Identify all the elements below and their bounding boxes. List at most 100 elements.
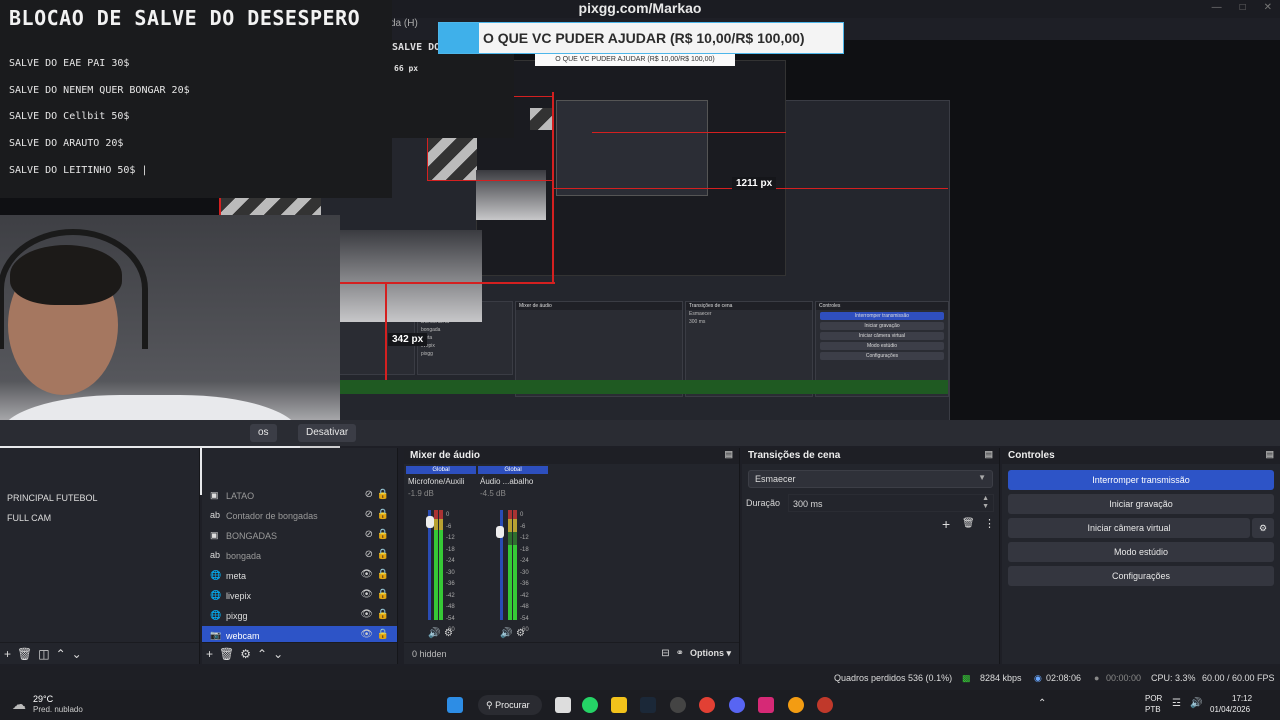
menu-fragment[interactable]: da (H) [390,18,418,32]
wifi-icon[interactable]: ☲ [1172,698,1181,709]
chevron-up-icon[interactable]: ⌃ [1038,698,1046,709]
filter-icon[interactable]: ◫ [38,647,49,661]
source-item[interactable]: 🌐 pixgg 👁 🔒 [202,606,397,626]
minimize-icon[interactable]: — [1212,2,1222,13]
instagram-icon[interactable] [758,697,774,713]
eye-hidden-icon[interactable]: ⊘ [365,529,373,540]
discord-icon[interactable] [729,697,745,713]
add-icon[interactable]: + [4,647,11,661]
trash-icon[interactable]: 🗑 [962,518,975,529]
weather-temp[interactable]: 29°C [33,694,53,704]
lock-icon[interactable]: 🔒 [377,589,389,600]
volume-icon[interactable]: 🔊 [1190,698,1202,709]
maximize-icon[interactable]: □ [1240,2,1246,13]
gear-icon[interactable]: ⚙ [444,628,453,639]
lock-icon[interactable]: 🔒 [377,609,389,620]
channel-name[interactable]: Microfone/Auxili [406,474,476,489]
volume-slider-knob[interactable] [496,526,504,538]
meter-scale-tick: -36 [520,581,529,587]
steam-icon[interactable] [640,697,656,713]
eye-icon[interactable]: 👁 [360,589,373,600]
eye-hidden-icon[interactable]: ⊘ [365,549,373,560]
lock-icon[interactable]: 🔒 [377,489,389,500]
speaker-icon[interactable]: 🔊 [500,628,512,639]
add-icon[interactable]: + [206,647,213,661]
hatch-pattern-tiny [530,108,552,130]
whatsapp-icon[interactable] [582,697,598,713]
move-up-icon[interactable]: ⌃ [257,647,267,661]
source-item[interactable]: ▣ BONGADAS ⊘ 🔒 [202,526,397,546]
chrome-icon[interactable] [699,697,715,713]
clock-date[interactable]: 01/04/2026 [1210,705,1250,714]
gear-icon[interactable]: ⚙ [240,647,251,661]
eye-icon[interactable]: 👁 [360,569,373,580]
transition-select[interactable]: Esmaecer ▼ [748,470,993,488]
channel-name[interactable]: Áudio ...abalho [478,474,548,489]
source-label: BONGADAS [226,531,278,541]
move-up-icon[interactable]: ⌃ [56,647,66,661]
trash-icon[interactable]: 🗑 [219,647,234,661]
obs-icon[interactable] [670,697,686,713]
dock-menu-icon[interactable]: ▤ [724,449,733,460]
eye-icon[interactable]: 👁 [360,629,373,640]
deactivate-button[interactable]: Desativar [298,424,357,442]
task-view-icon[interactable] [555,697,571,713]
scene-item-principal-futebol[interactable]: PRINCIPAL FUTEBOL [0,488,199,508]
meter-fill [508,545,512,620]
source-item[interactable]: ab Contador de bongadas ⊘ 🔒 [202,506,397,526]
mini-transition-select: Esmaecer [689,311,712,317]
layout-icon[interactable]: ⊟ [661,648,669,659]
trash-icon[interactable]: 🗑 [17,647,32,661]
windows-start-icon[interactable] [447,697,463,713]
dock-menu-icon[interactable]: ▤ [984,449,993,460]
speaker-icon[interactable]: 🔊 [428,628,440,639]
studio-mode-button[interactable]: Modo estúdio [1008,542,1274,562]
move-down-icon[interactable]: ⌄ [72,647,82,661]
source-item[interactable]: ab bongada ⊘ 🔒 [202,546,397,566]
guide-line [592,132,786,133]
lock-icon[interactable]: 🔒 [377,549,389,560]
file-explorer-icon[interactable] [611,697,627,713]
meter-fill [439,529,443,620]
link-icon[interactable]: ⚭ [676,648,684,659]
eye-hidden-icon[interactable]: ⊘ [365,489,373,500]
virtual-camera-settings[interactable]: ⚙ [1252,518,1274,538]
search-box[interactable]: ⚲ Procurar [478,695,542,715]
gear-icon[interactable]: ⚙ [516,628,525,639]
source-item[interactable]: 🌐 meta 👁 🔒 [202,566,397,586]
close-icon[interactable]: ✕ [1264,2,1272,13]
more-icon[interactable]: ⋮ [984,517,995,530]
scene-item-full-cam[interactable]: FULL CAM [0,508,199,528]
clock-time[interactable]: 17:12 [1232,694,1252,703]
lock-icon[interactable]: 🔒 [377,629,389,640]
eye-icon[interactable]: 👁 [360,609,373,620]
source-item[interactable]: 🌐 livepix 👁 🔒 [202,586,397,606]
language[interactable]: POR [1145,694,1162,703]
meter-scale-tick: -48 [520,604,529,610]
app-icon[interactable] [788,697,804,713]
add-icon[interactable]: + [942,516,950,532]
transitions-header: Transições de cena ▤ [742,448,999,464]
stop-stream-button[interactable]: Interromper transmissão [1008,470,1274,490]
eye-hidden-icon[interactable]: ⊘ [365,509,373,520]
lock-icon[interactable]: 🔒 [377,509,389,520]
globe-icon: 🌐 [210,610,222,620]
move-down-icon[interactable]: ⌄ [273,647,283,661]
weather-desc[interactable]: Pred. nublado [33,705,83,714]
dock-menu-icon[interactable]: ▤ [1265,449,1274,460]
volume-slider-knob[interactable] [426,516,434,528]
start-virtual-camera-button[interactable]: Iniciar câmera virtual [1008,518,1250,538]
duration-input[interactable]: 300 ms ▲ ▼ [788,494,994,512]
overlay-line: SALVE DO NENEM QUER BONGAR 20$ [9,85,190,96]
options-button[interactable]: Options ▾ [690,648,731,659]
start-recording-button[interactable]: Iniciar gravação [1008,494,1274,514]
scene-toolbar-button[interactable]: os [250,424,277,442]
keyboard-layout[interactable]: PTB [1145,705,1161,714]
spin-icon[interactable]: ▲ ▼ [982,495,989,511]
app-icon[interactable] [817,697,833,713]
lock-icon[interactable]: 🔒 [377,529,389,540]
lock-icon[interactable]: 🔒 [377,569,389,580]
source-item[interactable]: ▣ LATAO ⊘ 🔒 [202,486,397,506]
settings-button[interactable]: Configurações [1008,566,1274,586]
source-label: Contador de bongadas [226,511,318,521]
